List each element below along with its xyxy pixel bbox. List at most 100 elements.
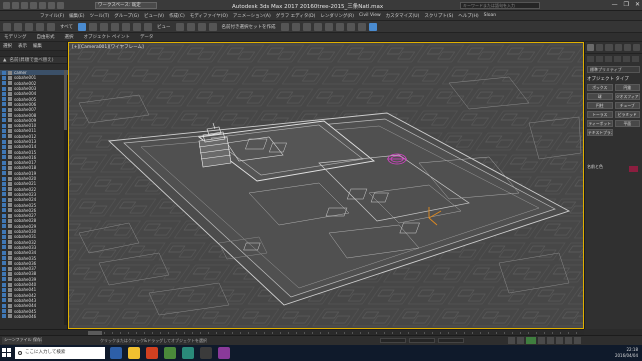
pivot-center-icon[interactable] bbox=[175, 22, 184, 31]
scrollbar-thumb[interactable] bbox=[64, 70, 67, 130]
visibility-toggle-icon[interactable] bbox=[2, 314, 6, 319]
visibility-toggle-icon[interactable] bbox=[2, 86, 6, 91]
maxscript-listener[interactable]: シーンファイル 保存済み bbox=[2, 337, 42, 344]
visibility-toggle-icon[interactable] bbox=[2, 155, 6, 160]
taskbar-app-icon[interactable] bbox=[218, 347, 230, 359]
cameras-icon[interactable] bbox=[614, 56, 621, 62]
menu-views[interactable]: ビュー(V) bbox=[144, 13, 164, 19]
display-tab-icon[interactable] bbox=[623, 44, 631, 51]
menu-create[interactable]: 作成(C) bbox=[169, 13, 185, 19]
create-tab-icon[interactable] bbox=[587, 44, 595, 51]
cone-button[interactable]: 円錐 bbox=[614, 84, 640, 91]
open-file-icon[interactable] bbox=[21, 2, 28, 9]
rendered-frame-window-icon[interactable] bbox=[357, 22, 366, 31]
visibility-toggle-icon[interactable] bbox=[2, 134, 6, 139]
visibility-toggle-icon[interactable] bbox=[2, 287, 6, 292]
visibility-toggle-icon[interactable] bbox=[2, 144, 6, 149]
visibility-toggle-icon[interactable] bbox=[2, 203, 6, 208]
visibility-toggle-icon[interactable] bbox=[2, 213, 6, 218]
geometry-icon[interactable] bbox=[587, 56, 594, 62]
visibility-toggle-icon[interactable] bbox=[2, 187, 6, 192]
taskbar-app-icon[interactable] bbox=[110, 347, 122, 359]
visibility-toggle-icon[interactable] bbox=[2, 107, 6, 112]
menu-sloan[interactable]: Sloan bbox=[484, 13, 496, 18]
zoom-extents-icon[interactable] bbox=[556, 337, 563, 344]
pyramid-button[interactable]: ピラミッド bbox=[614, 111, 640, 118]
visibility-toggle-icon[interactable] bbox=[2, 171, 6, 176]
undo-icon[interactable] bbox=[3, 22, 11, 31]
go-to-start-icon[interactable] bbox=[508, 337, 515, 344]
menu-help[interactable]: ヘルプ(H) bbox=[458, 13, 478, 19]
rectangle-selection-icon[interactable] bbox=[100, 22, 109, 31]
link-icon[interactable] bbox=[25, 22, 33, 31]
named-selection-set[interactable]: 名前付き選択セットを作成 bbox=[222, 24, 276, 30]
search-field[interactable]: キーワードまたは語句を入力 bbox=[460, 2, 540, 9]
workspace-selector[interactable]: ワークスペース: 既定 bbox=[95, 2, 157, 9]
visibility-toggle-icon[interactable] bbox=[2, 224, 6, 229]
visibility-toggle-icon[interactable] bbox=[2, 165, 6, 170]
maximize-button[interactable]: ❐ bbox=[624, 1, 629, 8]
se-tab-display[interactable]: 表示 bbox=[18, 43, 27, 49]
shapes-icon[interactable] bbox=[596, 56, 603, 62]
visibility-toggle-icon[interactable] bbox=[2, 250, 6, 255]
move-icon[interactable] bbox=[122, 22, 131, 31]
taskbar-app-icon[interactable] bbox=[164, 347, 176, 359]
sphere-button[interactable]: 球 bbox=[587, 93, 613, 100]
name-color-rollout[interactable]: 名前と色 bbox=[587, 164, 603, 170]
menu-customize[interactable]: カスタマイズ(U) bbox=[386, 13, 420, 19]
reference-coord-dropdown[interactable]: ビュー bbox=[157, 24, 171, 30]
visibility-toggle-icon[interactable] bbox=[2, 113, 6, 118]
box-button[interactable]: ボックス bbox=[587, 84, 613, 91]
torus-button[interactable]: トーラス bbox=[587, 111, 613, 118]
menu-animation[interactable]: アニメーション(A) bbox=[233, 13, 271, 19]
material-editor-icon[interactable] bbox=[335, 22, 344, 31]
visibility-toggle-icon[interactable] bbox=[2, 309, 6, 313]
plane-button[interactable]: 平面 bbox=[614, 120, 640, 127]
visibility-toggle-icon[interactable] bbox=[2, 229, 6, 234]
percent-snap-icon[interactable] bbox=[208, 22, 217, 31]
se-tab-select[interactable]: 選択 bbox=[3, 43, 12, 49]
window-crossing-icon[interactable] bbox=[111, 22, 120, 31]
visibility-toggle-icon[interactable] bbox=[2, 245, 6, 250]
tab-object-paint[interactable]: オブジェクト ペイント bbox=[84, 34, 130, 40]
bind-space-warp-icon[interactable] bbox=[47, 22, 55, 31]
visibility-toggle-icon[interactable] bbox=[2, 277, 6, 282]
visibility-toggle-icon[interactable] bbox=[2, 70, 6, 75]
redo-icon[interactable] bbox=[48, 2, 55, 9]
geosphere-button[interactable]: ジオスフィア bbox=[614, 93, 640, 100]
visibility-toggle-icon[interactable] bbox=[2, 91, 6, 96]
tab-populate[interactable]: データ bbox=[140, 34, 154, 40]
menu-rendering[interactable]: レンダリング(R) bbox=[320, 13, 354, 19]
visibility-toggle-icon[interactable] bbox=[2, 282, 6, 287]
visibility-toggle-icon[interactable] bbox=[2, 75, 6, 80]
schematic-view-icon[interactable] bbox=[324, 22, 333, 31]
taskbar-app-icon[interactable] bbox=[182, 347, 194, 359]
modify-tab-icon[interactable] bbox=[596, 44, 604, 51]
visibility-toggle-icon[interactable] bbox=[2, 234, 6, 239]
system-clock[interactable]: 22:18 2016/04/04 bbox=[615, 347, 638, 358]
visibility-toggle-icon[interactable] bbox=[2, 261, 6, 266]
align-icon[interactable] bbox=[291, 22, 300, 31]
visibility-toggle-icon[interactable] bbox=[2, 271, 6, 276]
textplus-button[interactable]: テキストプラス bbox=[587, 129, 613, 136]
cylinder-button[interactable]: 円柱 bbox=[587, 102, 613, 109]
utilities-tab-icon[interactable] bbox=[632, 44, 641, 51]
tab-selection[interactable]: 選択 bbox=[65, 34, 74, 40]
visibility-toggle-icon[interactable] bbox=[2, 218, 6, 223]
menu-modifiers[interactable]: モディファイヤ(O) bbox=[190, 13, 228, 19]
project-folder-icon[interactable] bbox=[57, 2, 64, 9]
menu-graph-editors[interactable]: グラフ エディタ(D) bbox=[276, 13, 316, 19]
se-tab-edit[interactable]: 編集 bbox=[33, 43, 42, 49]
visibility-toggle-icon[interactable] bbox=[2, 176, 6, 181]
windows-start-icon[interactable] bbox=[2, 348, 12, 358]
y-coordinate-field[interactable] bbox=[409, 338, 435, 343]
save-file-icon[interactable] bbox=[30, 2, 37, 9]
layer-explorer-icon[interactable] bbox=[302, 22, 311, 31]
play-icon[interactable] bbox=[526, 337, 536, 344]
visibility-toggle-icon[interactable] bbox=[2, 298, 6, 303]
visibility-toggle-icon[interactable] bbox=[2, 150, 6, 155]
visibility-toggle-icon[interactable] bbox=[2, 303, 6, 308]
primitive-type-dropdown[interactable]: 標準プリミティブ bbox=[587, 66, 640, 73]
viewport-label[interactable]: [+][Camera001][ワイヤフレーム] bbox=[72, 44, 144, 50]
camera-viewport[interactable]: [+][Camera001][ワイヤフレーム] bbox=[68, 42, 584, 329]
